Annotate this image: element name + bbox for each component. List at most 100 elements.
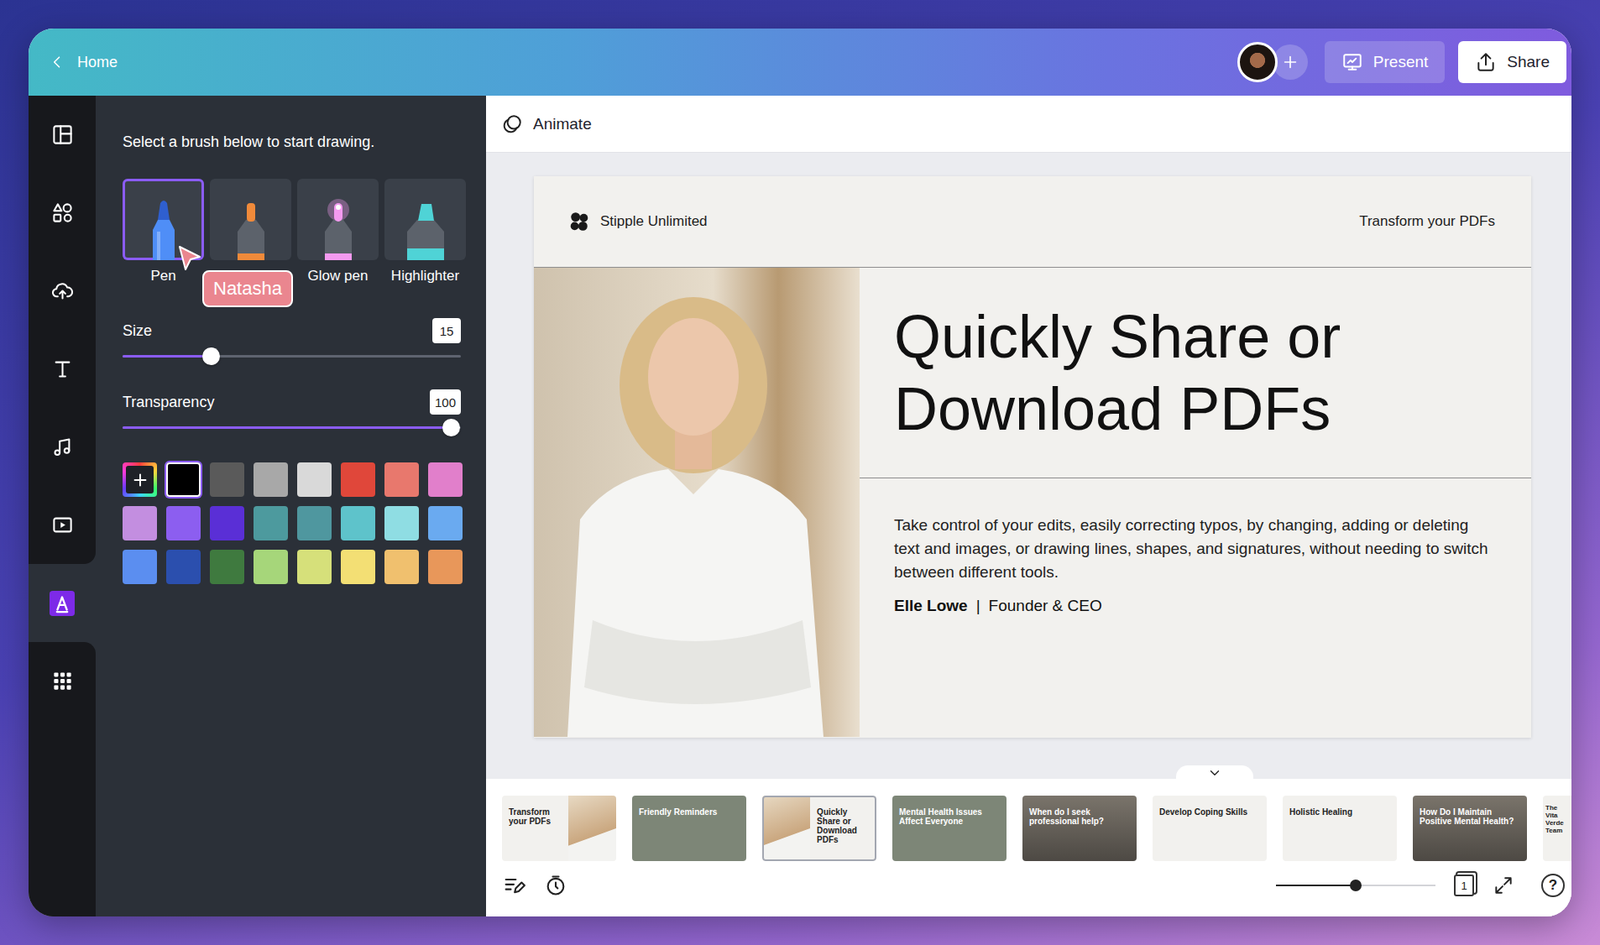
panel-hint: Select a brush below to start drawing. [122,132,461,152]
selection-ring [297,462,332,497]
present-button[interactable]: Present [1324,41,1445,84]
slide-brand: Stipple Unlimited [568,210,708,233]
slide-text: Take control of your edits, easily corre… [859,478,1532,618]
brush-option[interactable]: Highlighter [384,178,466,285]
cursor-name-badge: Natasha [202,270,293,308]
color-swatch[interactable] [209,506,245,541]
brush-tile[interactable] [209,178,292,261]
zoom-slider[interactable] [1275,884,1436,887]
slide-paragraph[interactable]: Take control of your edits, easily corre… [894,513,1496,585]
animate-bar: Animate [486,95,1572,153]
slide-thumbnail[interactable]: Transform your PDFs [501,795,617,862]
slide-photo [533,267,860,738]
fullscreen-icon[interactable] [1492,874,1515,897]
slide-title[interactable]: Quickly Share or Download PDFs [859,267,1532,479]
brush-option[interactable]: Glow pen [297,178,379,285]
page-count-button[interactable]: 1 [1453,874,1475,897]
slide-thumbnail[interactable]: Friendly Reminders [632,795,747,862]
color-swatch[interactable] [428,549,463,585]
notes-icon[interactable] [501,873,526,898]
sidebar-item[interactable] [28,95,96,174]
stage: Stipple UnlimitedTransform your PDFsQuic… [486,152,1572,780]
top-bar: Home Present Share [28,28,1572,96]
slide-thumbnail[interactable]: Develop Coping Skills [1152,795,1267,862]
selection-ring [166,462,201,497]
animate-button[interactable]: Animate [533,115,592,134]
present-label: Present [1373,52,1428,72]
add-color-button[interactable] [122,462,157,497]
color-swatch[interactable] [428,462,463,497]
animate-icon[interactable] [501,113,523,136]
color-swatch[interactable] [428,506,463,541]
collaborator-avatar[interactable] [1237,41,1278,83]
canvas-area: AnimateStipple UnlimitedTransform your P… [486,95,1572,917]
brush-tile[interactable] [122,178,204,261]
color-swatch[interactable] [297,506,332,541]
collapse-tab[interactable] [1176,765,1254,781]
sidebar-item[interactable] [28,642,96,721]
slide[interactable]: Stipple UnlimitedTransform your PDFsQuic… [533,176,1532,738]
slider-value-field[interactable]: 100 [429,389,461,415]
slider-track[interactable] [122,426,461,429]
slider-value-field[interactable]: 15 [432,318,461,344]
swatch-fill [253,549,288,585]
color-swatch[interactable] [340,506,376,541]
color-swatch[interactable] [340,462,376,497]
add-collaborator-button[interactable] [1272,44,1308,80]
timer-icon[interactable] [543,873,568,898]
color-swatch[interactable] [166,549,201,585]
selection-ring [166,506,201,541]
home-button[interactable]: Home [43,47,123,79]
thumbnail-outline [1542,795,1572,862]
selection-ring [297,549,332,585]
author-role: Founder & CEO [988,594,1103,618]
color-swatch[interactable] [297,549,332,585]
color-swatch[interactable] [166,506,201,541]
zoom-knob[interactable] [1349,879,1362,892]
slide-thumbnail[interactable]: How Do I Maintain Positive Mental Health… [1412,795,1527,862]
brush-tile[interactable] [384,178,466,261]
color-swatch[interactable] [340,549,376,585]
color-swatch[interactable] [253,506,288,541]
color-swatch[interactable] [166,462,201,497]
thumbnail-outline [1412,795,1527,862]
color-swatch[interactable] [209,549,245,585]
color-swatch[interactable] [384,462,419,497]
cursor-arrow-icon [177,245,204,274]
slider-track[interactable] [122,355,461,358]
slider-knob[interactable] [202,347,220,366]
color-swatch[interactable] [297,462,332,497]
sidebar-item[interactable] [28,407,96,487]
slide-thumbnail[interactable]: The Vita Verde Team [1542,795,1572,862]
slide-thumbnail[interactable]: Quickly Share or Download PDFs [762,795,877,862]
sidebar-item[interactable] [28,486,96,565]
slider-knob[interactable] [442,418,461,437]
color-swatch[interactable] [122,506,157,541]
sidebar-item[interactable] [28,173,96,252]
thumbnail-title: When do I seek professional help? [1022,795,1137,862]
sidebar-item[interactable] [28,564,96,643]
slide-thumbnail[interactable]: Mental Health Issues Affect Everyone [892,795,1007,862]
color-palette [122,462,461,585]
slide-thumbnail[interactable]: When do I seek professional help? [1022,795,1137,862]
selection-ring [122,549,157,585]
brush-option[interactable]: Pen [122,178,204,285]
draw-icon [49,590,75,617]
color-swatch[interactable] [253,549,288,585]
brush-tile[interactable] [297,178,379,261]
brush-option[interactable] [209,178,292,285]
color-swatch[interactable] [384,506,419,541]
color-swatch[interactable] [209,462,245,497]
sidebar-item[interactable] [28,251,96,330]
sidebar-item[interactable] [28,329,96,408]
share-button[interactable]: Share [1458,41,1567,84]
swatch-fill [340,549,376,585]
slide-thumbnail[interactable]: Holistic Healing [1282,795,1397,862]
color-swatch[interactable] [384,549,419,585]
color-swatch[interactable] [122,549,157,585]
thumbnail-list: Transform your PDFsFriendly RemindersQui… [486,779,1572,862]
swatch-fill [209,462,245,497]
help-button[interactable]: ? [1541,873,1565,898]
share-label: Share [1506,52,1550,72]
color-swatch[interactable] [253,462,288,497]
